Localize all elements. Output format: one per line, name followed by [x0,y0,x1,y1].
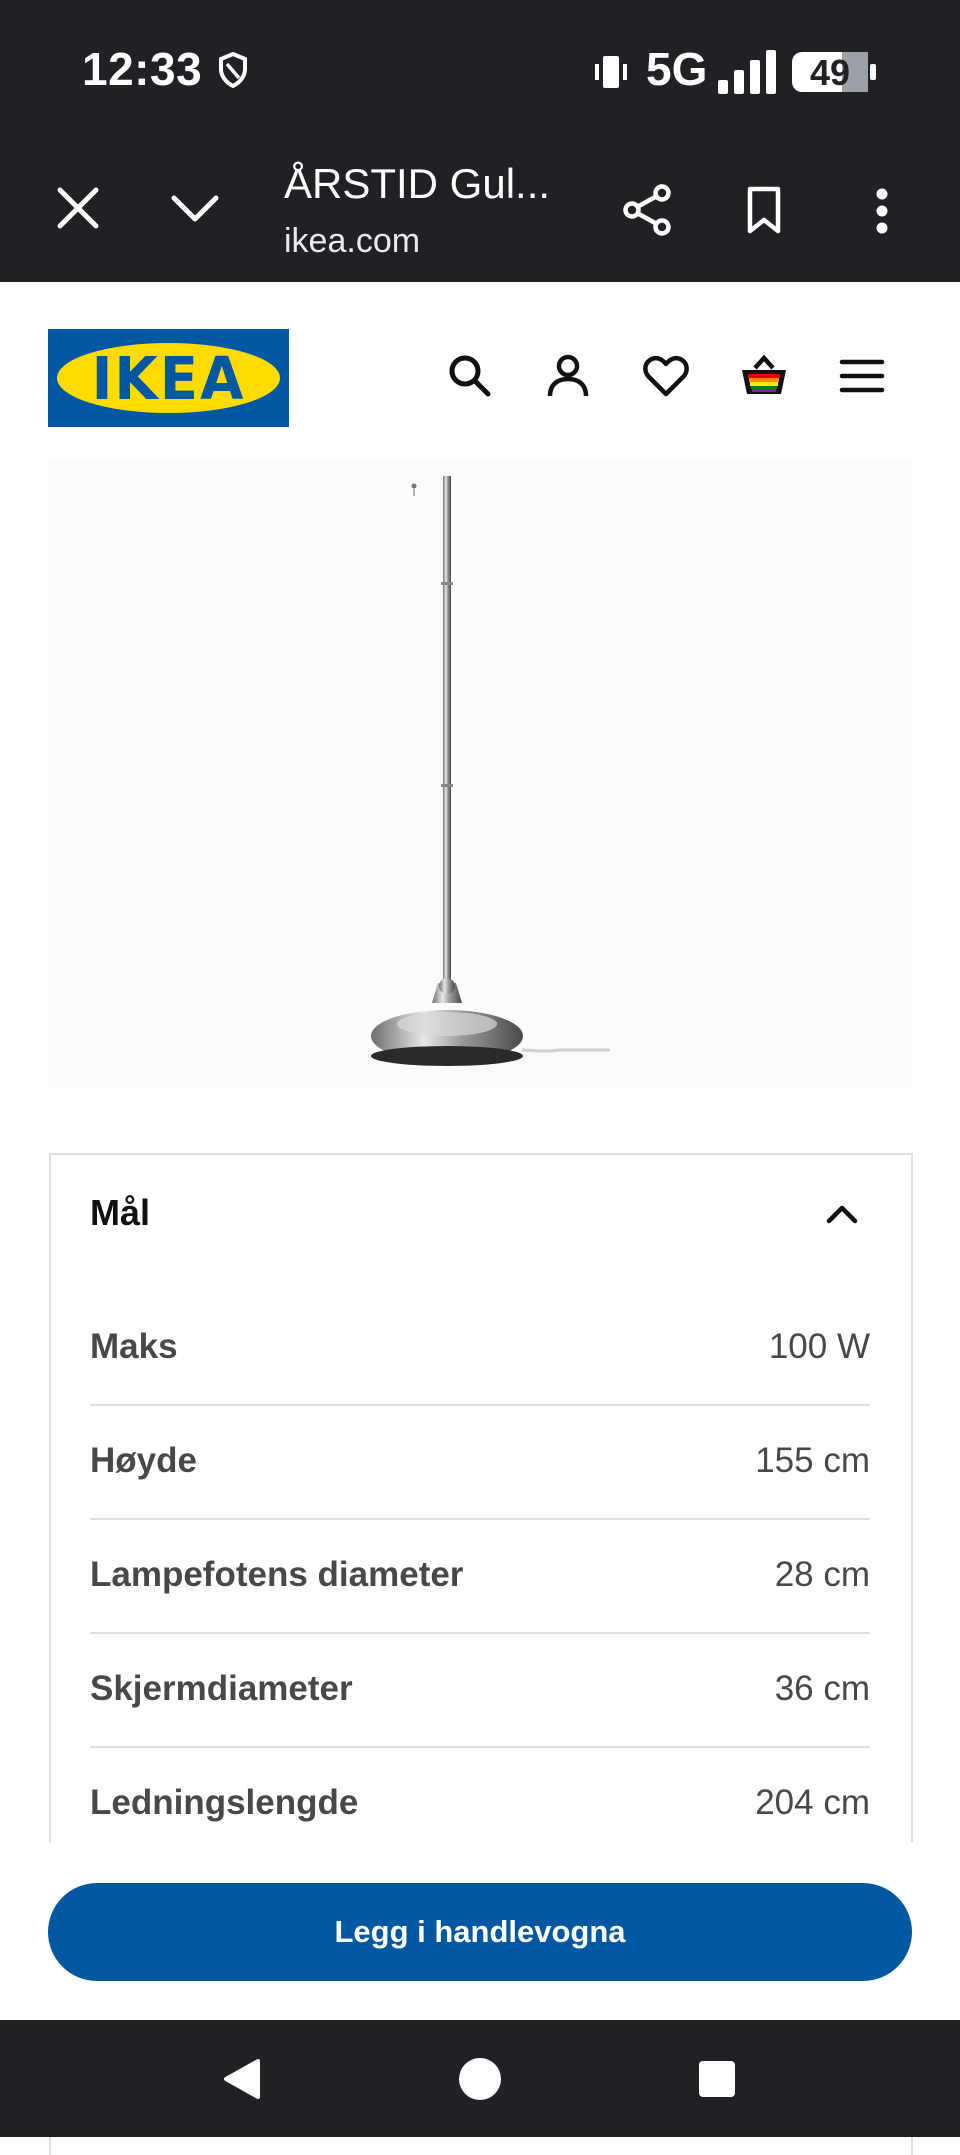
home-icon[interactable] [459,2058,501,2100]
dimension-value: 100 W [768,1327,870,1366]
dimension-value: 155 cm [755,1441,870,1480]
dimension-label: Lampefotens diameter [90,1555,464,1594]
basket-icon[interactable] [740,352,788,400]
signal-icon [718,50,776,94]
vibrate-icon [595,56,627,88]
battery-level: 49 [809,52,851,93]
close-icon[interactable] [56,186,100,230]
dimension-label: Maks [90,1327,178,1366]
tab-url[interactable]: ikea.com [284,222,420,261]
ikea-logo[interactable]: IKEA [48,329,289,427]
dimension-value: 204 cm [755,1783,870,1822]
recents-icon[interactable] [699,2061,735,2097]
shield-icon [219,52,247,88]
chevron-up-icon[interactable] [824,1202,860,1226]
row-divider [90,1518,870,1520]
panel-title[interactable]: Mål [90,1192,150,1234]
account-icon[interactable] [544,352,592,400]
product-image[interactable] [48,458,912,1088]
search-icon[interactable] [446,352,494,400]
logo-text: IKEA [91,345,246,414]
row-divider [90,1632,870,1634]
tab-title[interactable]: ÅRSTID Gul... [284,160,584,208]
heart-icon[interactable] [642,352,690,400]
chevron-down-icon[interactable] [170,192,220,224]
row-divider [90,1404,870,1406]
status-time: 12:33 [82,43,203,95]
more-vert-icon[interactable] [874,188,890,234]
dimension-label: Ledningslengde [90,1783,359,1822]
bookmark-icon[interactable] [746,186,782,234]
dimension-label: Skjermdiameter [90,1669,353,1708]
dimension-value: 36 cm [774,1669,870,1708]
back-icon[interactable] [222,2057,262,2101]
share-icon[interactable] [622,184,672,236]
hamburger-menu-icon[interactable] [838,352,886,400]
status-network: 5G [646,43,708,95]
dimension-value: 28 cm [774,1555,870,1594]
dimension-label: Høyde [90,1441,197,1480]
add-to-cart-button[interactable]: Legg i handlevogna [48,1883,912,1981]
row-divider [90,1746,870,1748]
